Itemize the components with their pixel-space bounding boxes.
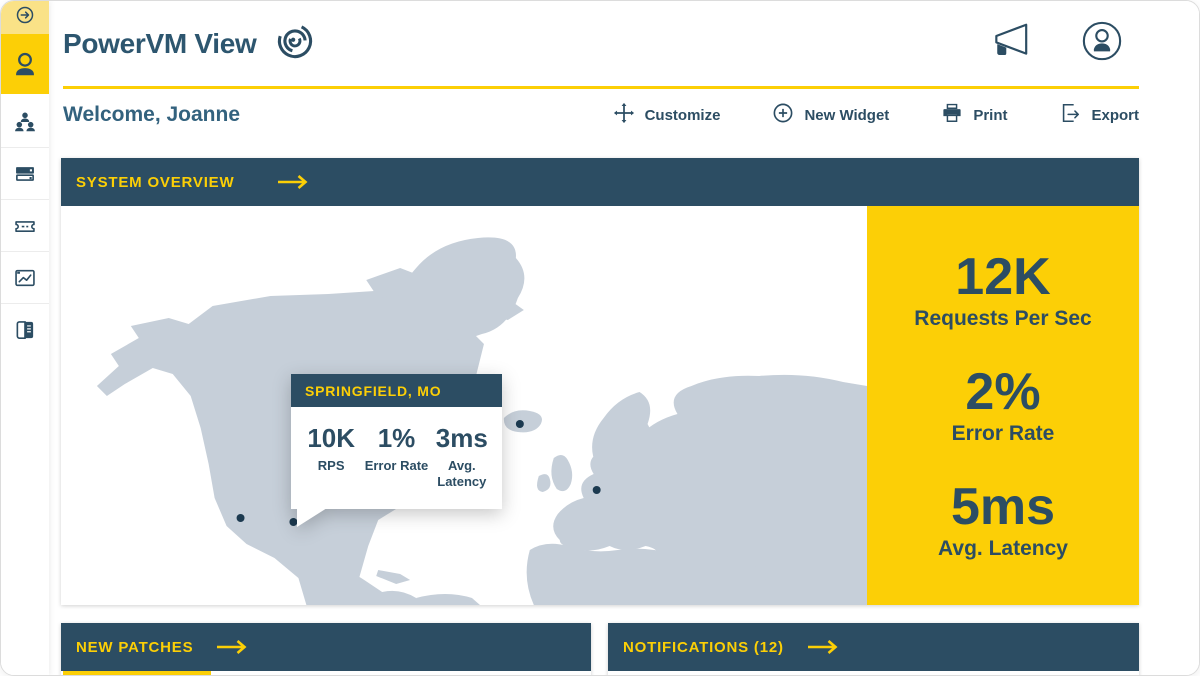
sidebar-item-groups[interactable] [1,94,49,147]
sidebar-item-profile[interactable] [1,34,49,94]
stat-requests: 12K Requests Per Sec [914,250,1091,331]
new-widget-label: New Widget [804,106,890,124]
sidebar-item-performance[interactable] [1,251,49,303]
sidebar-item-servers[interactable] [1,147,49,199]
user-icon [10,49,40,79]
system-overview-header: SYSTEM OVERVIEW [61,158,1139,206]
export-icon [1059,102,1081,129]
welcome-text: Welcome, Joanne [63,103,241,126]
map-marker-germany[interactable] [592,486,601,494]
page-title: PowerVM View [63,27,257,59]
ticket-icon [12,213,38,239]
notifications-link[interactable] [806,639,840,655]
tooltip-stat-value: 3ms [435,423,488,453]
export-label: Export [1091,106,1139,124]
arrow-right-icon [217,640,247,654]
new-widget-button[interactable]: New Widget [772,102,889,129]
notifications-title: NOTIFICATIONS (12) [623,638,784,656]
system-overview-panel: SYSTEM OVERVIEW SPRINGFIELD, MO 10K RPS … [61,158,1139,605]
arrow-right-icon [807,640,838,654]
move-icon [613,102,635,129]
new-patches-header: NEW PATCHES [61,623,591,671]
sidebar-collapse-button[interactable] [1,1,49,34]
world-map: SPRINGFIELD, MO 10K RPS 1% Error Rate 3m… [61,206,867,605]
map-marker-iceland[interactable] [515,420,524,428]
tooltip-stat-label: RPS [317,458,345,473]
stat-latency: 5ms Avg. Latency [938,480,1068,561]
welcome-row: Welcome, Joanne Customize New Widget Pri… [63,89,1139,141]
chart-window-icon [12,265,38,291]
main-content: PowerVM View Welcome, Joanne Customize N… [49,1,1199,675]
notifications-header: NOTIFICATIONS (12) [608,623,1139,671]
account-button[interactable] [1081,20,1123,67]
sidebar-item-tickets[interactable] [1,199,49,251]
system-overview-title: SYSTEM OVERVIEW [76,173,235,191]
map-tooltip-body: 10K RPS 1% Error Rate 3ms Avg. Latency [291,407,502,528]
map-marker-us-west[interactable] [236,514,245,522]
arrow-right-icon [278,175,308,189]
system-overview-link[interactable] [276,174,310,190]
system-overview-body: SPRINGFIELD, MO 10K RPS 1% Error Rate 3m… [61,206,1139,605]
tooltip-stat-rps: 10K RPS [299,423,363,489]
patch-highlight-bar [63,671,211,675]
collapse-sidebar-icon [15,5,35,30]
stat-value: 2% [965,363,1041,422]
overview-stats: 12K Requests Per Sec 2% Error Rate 5ms A… [867,206,1139,605]
app-window: PowerVM View Welcome, Joanne Customize N… [0,0,1200,676]
notifications-panel: NOTIFICATIONS (12) [608,623,1139,675]
tooltip-stat-value: 10K [307,423,356,453]
new-patches-body [61,671,591,675]
tooltip-stat-error-rate: 1% Error Rate [364,423,429,489]
print-button[interactable]: Print [941,102,1007,129]
map-tooltip-title: SPRINGFIELD, MO [305,382,442,399]
tooltip-stat-label: Error Rate [364,458,429,473]
new-patches-panel: NEW PATCHES [61,623,591,675]
topbar: PowerVM View [63,1,1139,89]
megaphone-icon [985,22,1033,65]
tooltip-stat-latency: 3ms Avg. Latency [430,423,494,489]
stat-label: Avg. Latency [938,536,1068,560]
print-label: Print [973,106,1008,124]
notifications-body [608,671,1139,675]
stat-error-rate: 2% Error Rate [952,365,1055,446]
book-icon [12,317,38,343]
dashboard-actions: Customize New Widget Print Export [613,102,1139,129]
stat-label: Requests Per Sec [914,306,1092,330]
announcements-button[interactable] [985,22,1033,65]
stat-value: 12K [955,248,1051,307]
export-button[interactable]: Export [1059,102,1139,129]
sidebar [1,1,49,675]
swirl-logo-icon [273,19,317,68]
plus-circle-icon [772,102,794,129]
people-icon [12,108,38,134]
customize-button[interactable]: Customize [613,102,721,129]
stat-label: Error Rate [951,421,1055,445]
map-tooltip-header: SPRINGFIELD, MO [291,374,502,407]
bottom-panels: NEW PATCHES NOTIFICATIONS (12) [61,623,1139,675]
tooltip-pointer [297,508,327,528]
new-patches-link[interactable] [215,639,249,655]
stat-value: 5ms [950,478,1056,537]
new-patches-title: NEW PATCHES [76,638,194,656]
server-icon [12,161,38,187]
tooltip-stat-label: Avg. Latency [437,458,487,489]
avatar-icon [1081,20,1123,67]
customize-label: Customize [644,106,721,124]
map-tooltip: SPRINGFIELD, MO 10K RPS 1% Error Rate 3m… [291,374,502,528]
printer-icon [941,102,963,129]
tooltip-stat-value: 1% [377,423,416,453]
sidebar-item-docs[interactable] [1,303,49,355]
